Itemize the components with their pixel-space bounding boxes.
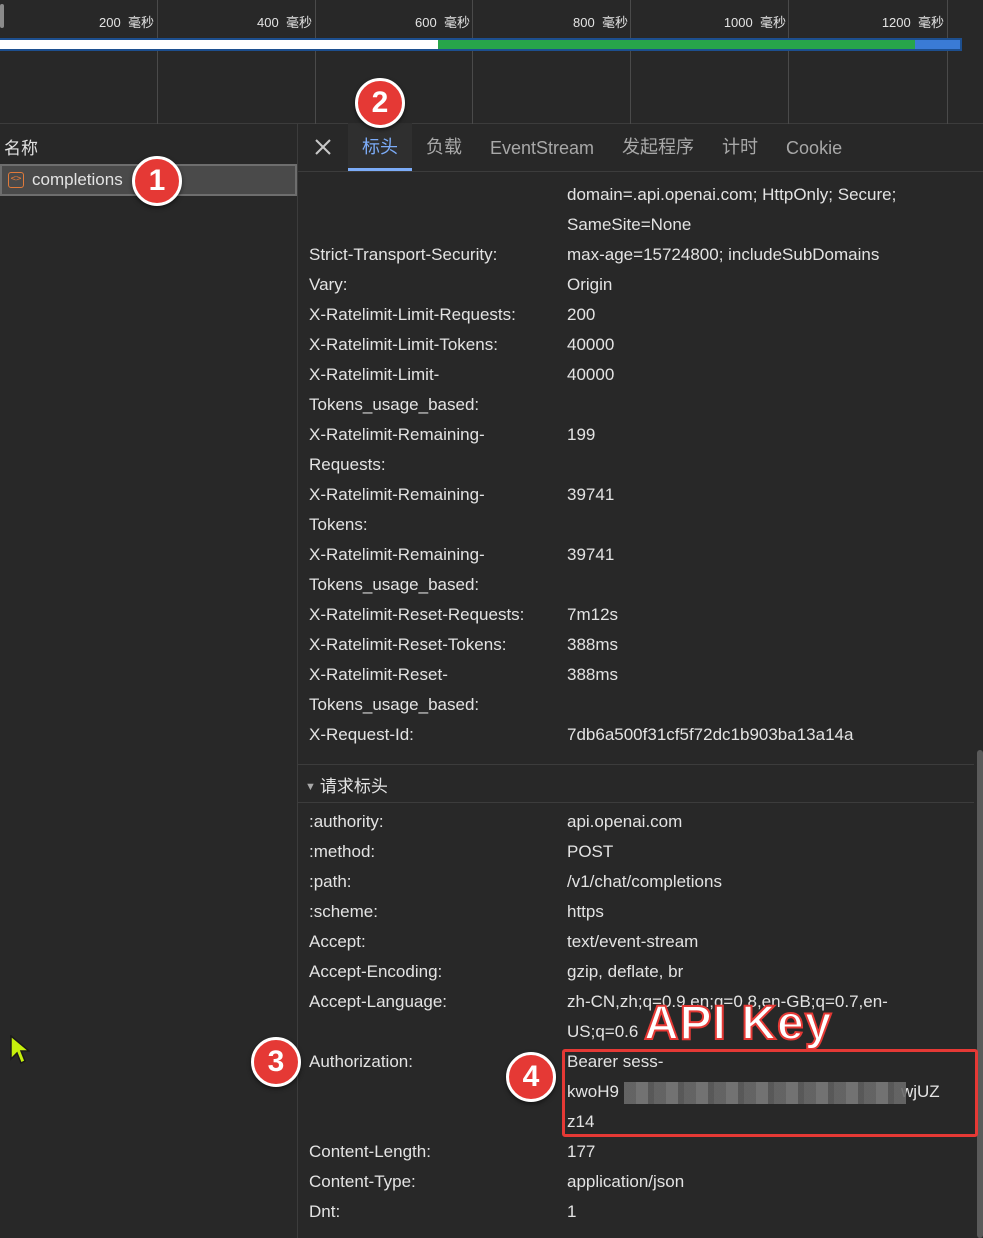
step-badge-4: 4 (506, 1052, 556, 1102)
tab-cookies[interactable]: Cookie (772, 123, 856, 171)
header-name: Accept-Language: (309, 992, 447, 1011)
header-name: Dnt: (309, 1202, 341, 1221)
header-value: SameSite=None (567, 215, 692, 234)
timeline-overview[interactable]: 200 毫秒 400 毫秒 600 毫秒 800 毫秒 1000 毫秒 1200… (0, 0, 983, 124)
header-name: Tokens_usage_based: (309, 695, 480, 714)
header-value: application/json (567, 1172, 685, 1191)
tab-eventstream[interactable]: EventStream (476, 123, 608, 171)
timeline-gridline (788, 0, 789, 124)
header-value: 199 (567, 425, 596, 444)
tab-headers[interactable]: 标头 (348, 123, 412, 171)
header-name: X-Ratelimit-Remaining- (309, 425, 485, 444)
section-title: 请求标头 (319, 777, 388, 796)
header-value: POST (567, 842, 614, 861)
header-value: 39741 (567, 545, 615, 564)
close-details-button[interactable] (298, 123, 348, 171)
header-value: 39741 (567, 485, 615, 504)
timeline-tick-label: 800 毫秒 (573, 15, 628, 30)
waterfall-end-bar (915, 40, 960, 49)
header-value: domain=.api.openai.com; HttpOnly; Secure… (567, 185, 897, 204)
section-divider (298, 802, 974, 803)
timeline-tick-label: 1000 毫秒 (723, 15, 786, 30)
header-value: https (567, 902, 604, 921)
header-value: 40000 (567, 335, 615, 354)
header-value: gzip, deflate, br (567, 962, 684, 981)
triangle-down-icon: ▼ (305, 781, 316, 793)
header-value: 1 (567, 1202, 577, 1221)
header-value: text/event-stream (567, 932, 699, 951)
details-tabbar: 标头 负载 EventStream 发起程序 计时 Cookie (298, 123, 983, 172)
close-icon (315, 139, 331, 155)
step-badge-2: 2 (355, 78, 405, 128)
header-name: X-Ratelimit-Reset-Tokens: (309, 635, 507, 654)
timeline-gridline (315, 0, 316, 124)
header-name: Strict-Transport-Security: (309, 245, 498, 264)
header-name: Accept-Encoding: (309, 962, 443, 981)
fetch-request-icon: <> (8, 172, 24, 188)
header-name: Tokens_usage_based: (309, 575, 480, 594)
header-value: 200 (567, 305, 596, 324)
timeline-tick-label: 600 毫秒 (415, 15, 470, 30)
timeline-tick-label: 400 毫秒 (257, 15, 312, 30)
header-name: Content-Type: (309, 1172, 416, 1191)
timeline-gridline (630, 0, 631, 124)
header-name: :authority: (309, 812, 384, 831)
details-scrollbar[interactable] (977, 750, 983, 1238)
header-name: Accept: (309, 932, 366, 951)
api-key-highlight-box (562, 1049, 978, 1137)
tab-initiator[interactable]: 发起程序 (608, 123, 708, 171)
header-value: 177 (567, 1142, 596, 1161)
header-value: max-age=15724800; includeSubDomains (567, 245, 880, 264)
step-badge-1: 1 (132, 156, 182, 206)
header-name: Content-Length: (309, 1142, 431, 1161)
header-name: X-Ratelimit-Limit-Requests: (309, 305, 516, 324)
header-value: Origin (567, 275, 613, 294)
header-value: /v1/chat/completions (567, 872, 722, 891)
header-value: 7db6a500f31cf5f72dc1b903ba13a14a (567, 725, 854, 744)
header-name: X-Ratelimit-Reset- (309, 665, 448, 684)
header-name: X-Ratelimit-Limit-Tokens: (309, 335, 498, 354)
header-name: X-Ratelimit-Reset-Requests: (309, 605, 525, 624)
header-name: X-Ratelimit-Limit- (309, 365, 440, 384)
timeline-gridline (472, 0, 473, 124)
header-name: X-Ratelimit-Remaining- (309, 485, 485, 504)
timeline-gridline (157, 0, 158, 124)
timeline-gridline (947, 0, 948, 124)
request-headers-section-toggle[interactable]: ▼ 请求标头 (305, 772, 388, 797)
step-badge-3: 3 (251, 1037, 301, 1087)
mouse-cursor-icon (10, 1035, 30, 1065)
tab-payload[interactable]: 负载 (412, 123, 476, 171)
header-value: 388ms (567, 665, 619, 684)
header-value: 7m12s (567, 605, 619, 624)
timeline-tick-label: 200 毫秒 (99, 15, 154, 30)
header-value: 388ms (567, 635, 619, 654)
timeline-tick-label: 1200 毫秒 (881, 15, 944, 30)
header-name: X-Request-Id: (309, 725, 414, 744)
header-name: Requests: (309, 455, 386, 474)
header-name: Vary: (309, 275, 348, 294)
header-name: Tokens_usage_based: (309, 395, 480, 414)
waterfall-waiting-bar (0, 40, 438, 49)
header-name: :scheme: (309, 902, 378, 921)
request-name: completions (32, 170, 123, 189)
header-name: X-Ratelimit-Remaining- (309, 545, 485, 564)
header-name: Tokens: (309, 515, 368, 534)
header-name: :method: (309, 842, 376, 861)
header-name: :path: (309, 872, 352, 891)
waterfall-download-bar (438, 40, 915, 49)
header-value: 40000 (567, 365, 615, 384)
tab-timing[interactable]: 计时 (708, 123, 772, 171)
section-divider (298, 764, 974, 765)
header-value: api.openai.com (567, 812, 683, 831)
api-key-label: API Key (643, 996, 833, 1051)
